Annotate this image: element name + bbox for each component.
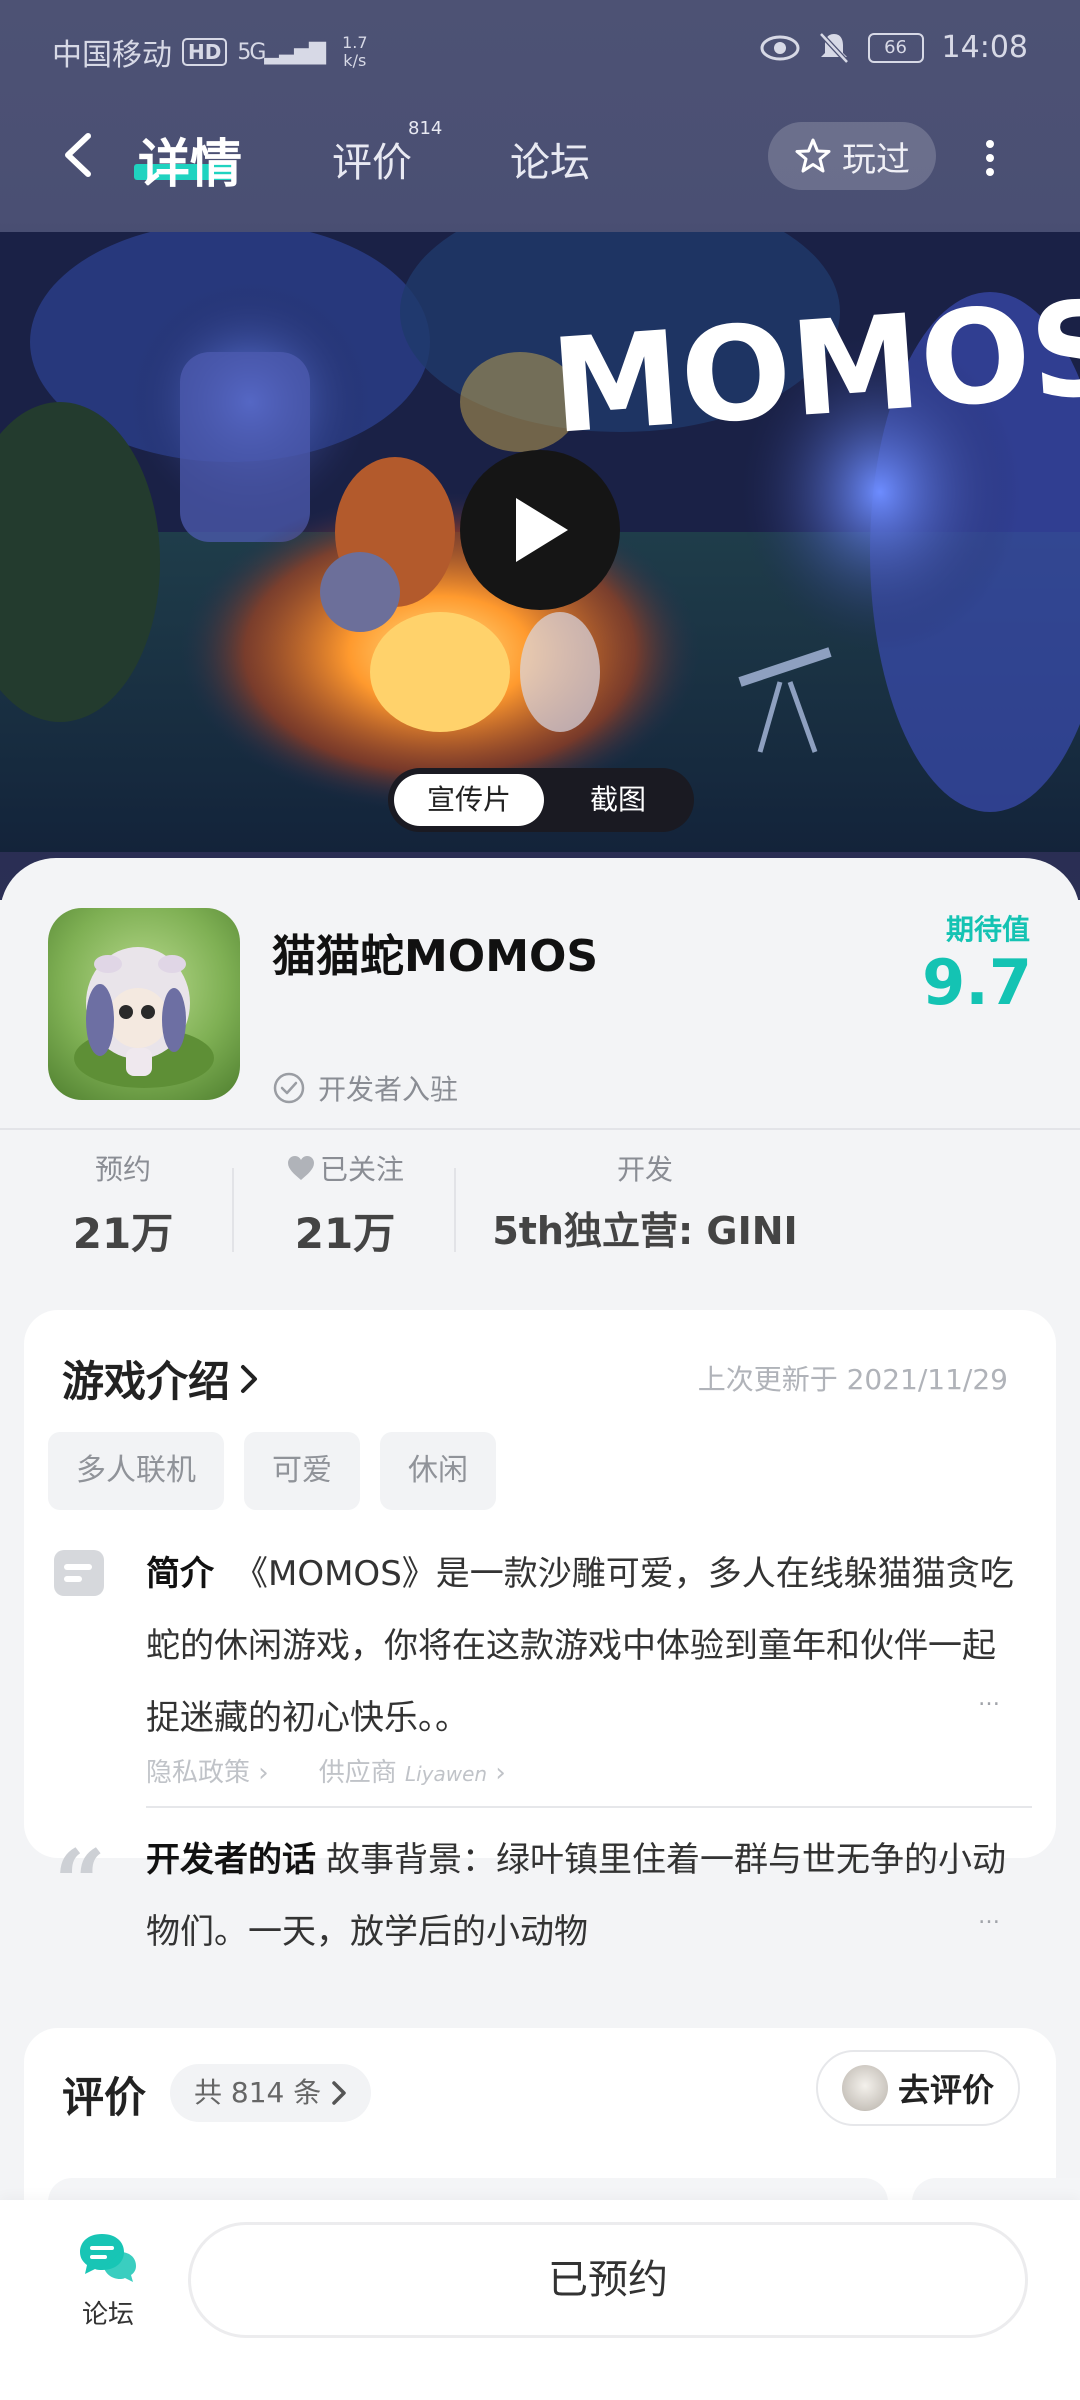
intro-title[interactable]: 游戏介绍 xyxy=(62,1348,260,1409)
reserve-count: 21万 xyxy=(72,1209,174,1258)
quote-icon: “ xyxy=(54,1830,106,1936)
stat-developer[interactable]: 开发 5th独立营: GINI xyxy=(470,1148,820,1255)
tab-detail[interactable]: 详情 xyxy=(138,122,242,197)
policy-links: 隐私政策 › 供应商 Liyawen › xyxy=(146,1752,506,1789)
played-label: 玩过 xyxy=(842,139,910,180)
media-tabs: 宣传片 截图 xyxy=(388,768,694,832)
heart-icon xyxy=(287,1156,314,1180)
play-button[interactable] xyxy=(460,450,620,610)
played-button[interactable]: 玩过 xyxy=(768,122,936,190)
tag[interactable]: 休闲 xyxy=(380,1432,496,1510)
signal-icon: 5G▂▃▅▇ xyxy=(237,39,326,65)
expect-score: 9.7 xyxy=(922,946,1032,1019)
status-bar: 中国移动 HD 5G▂▃▅▇ 1.7 k/s 66 14:08 xyxy=(0,0,1080,100)
write-review-button[interactable]: 去评价 xyxy=(816,2050,1020,2126)
intro-card: 游戏介绍 上次更新于 2021/11/29 多人联机 可爱 休闲 简介 《MOMO… xyxy=(24,1310,1056,1952)
carrier-name: 中国移动 xyxy=(52,38,172,73)
ellipsis: … xyxy=(978,1686,1000,1711)
review-title: 评价 xyxy=(62,2073,147,2122)
tab-forum[interactable]: 论坛 xyxy=(510,130,590,188)
battery-icon: 66 xyxy=(867,32,924,63)
follow-label: 已关注 xyxy=(319,1153,404,1186)
forum-button[interactable]: 论坛 xyxy=(72,2230,144,2331)
avatar xyxy=(841,2065,888,2111)
check-circle-icon xyxy=(273,1072,305,1104)
app-name: 猫猫蛇MOMOS xyxy=(272,931,599,982)
developer-words-label: 开发者的话 xyxy=(146,1840,316,1880)
back-arrow-icon[interactable] xyxy=(56,130,100,180)
tag[interactable]: 可爱 xyxy=(244,1432,360,1510)
forum-label: 论坛 xyxy=(81,2300,134,2330)
developer-words[interactable]: 开发者的话 故事背景：绿叶镇里住着一群与世无争的小动物们。一天，放学后的小动物 xyxy=(146,1824,1026,1968)
star-icon xyxy=(795,138,831,173)
hd-icon: HD xyxy=(182,38,228,66)
tab-review[interactable]: 评价 xyxy=(332,130,412,188)
game-description[interactable]: 简介 《MOMOS》是一款沙雕可爱，多人在线躲猫猫贪吃蛇的休闲游戏，你将在这款游戏… xyxy=(146,1538,1026,1754)
network-speed: 1.7 k/s xyxy=(342,33,368,70)
developer-name: 5th独立营: GINI xyxy=(492,1209,798,1253)
tab-trailer[interactable]: 宣传片 xyxy=(394,774,544,826)
stat-reserve: 预约 21万 xyxy=(58,1148,188,1261)
tab-screenshots[interactable]: 截图 xyxy=(558,774,678,826)
developer-label: 开发 xyxy=(616,1153,673,1186)
bottom-action-bar: 论坛 已预约 xyxy=(0,2200,1080,2400)
divider xyxy=(0,1128,1080,1130)
review-count-button[interactable]: 共 814 条 xyxy=(170,2064,372,2122)
play-icon xyxy=(516,498,568,562)
stats-row: 预约 21万 已关注 21万 开发 5th独立营: GINI xyxy=(0,1148,1080,1268)
trailer-media[interactable]: MOMOS 宣传片 截图 xyxy=(0,232,1080,852)
update-date: 上次更新于 2021/11/29 xyxy=(697,1363,1008,1396)
chevron-right-icon xyxy=(241,1364,258,1393)
privacy-policy-link[interactable]: 隐私政策 › xyxy=(146,1752,269,1789)
tag-list: 多人联机 可爱 休闲 xyxy=(48,1432,496,1510)
divider xyxy=(454,1168,456,1252)
divider xyxy=(232,1168,234,1252)
expect-label: 期待值 xyxy=(945,913,1030,946)
reserved-button[interactable]: 已预约 xyxy=(188,2222,1028,2338)
clock: 14:08 xyxy=(941,30,1028,65)
tab-review-count: 814 xyxy=(408,118,443,139)
divider xyxy=(146,1806,1032,1808)
document-icon xyxy=(54,1550,104,1596)
verified-label: 开发者入驻 xyxy=(318,1073,459,1106)
chat-bubble-icon xyxy=(80,2234,136,2282)
description-label: 简介 xyxy=(146,1554,214,1594)
top-nav: 详情 评价 814 论坛 玩过 xyxy=(0,110,1080,200)
chevron-right-icon xyxy=(332,2081,346,2105)
follow-count: 21万 xyxy=(294,1209,396,1258)
mute-bell-icon xyxy=(818,31,849,64)
description-text: 《MOMOS》是一款沙雕可爱，多人在线躲猫猫贪吃蛇的休闲游戏，你将在这款游戏中体… xyxy=(146,1554,1014,1738)
detail-sheet: 猫猫蛇MOMOS 开发者入驻 期待值 9.7 预约 21万 已关注 21万 开发… xyxy=(0,858,1080,2400)
stat-follow[interactable]: 已关注 21万 xyxy=(270,1148,420,1261)
eye-icon xyxy=(760,35,800,60)
vendor-link[interactable]: 供应商 Liyawen › xyxy=(319,1752,506,1789)
ellipsis: … xyxy=(978,1904,1000,1929)
developer-verified: 开发者入驻 xyxy=(272,1068,458,1108)
tag[interactable]: 多人联机 xyxy=(48,1432,224,1510)
more-options-icon[interactable] xyxy=(980,134,1000,182)
app-icon xyxy=(48,908,240,1100)
reserve-label: 预约 xyxy=(94,1153,151,1186)
